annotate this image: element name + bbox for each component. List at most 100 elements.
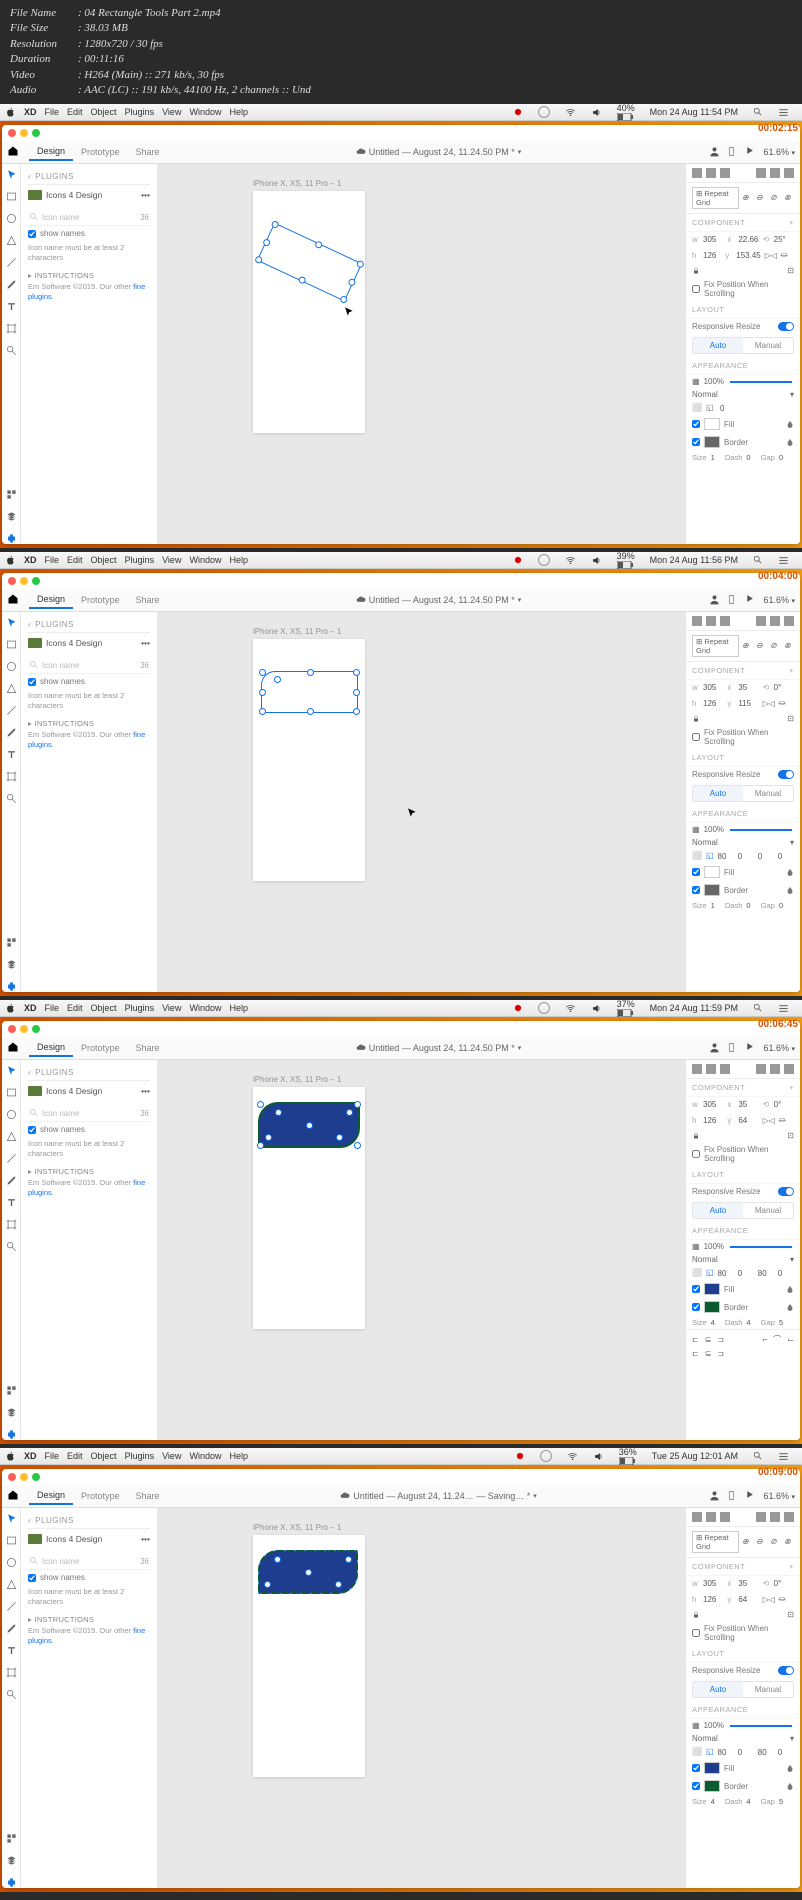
- ellipse-tool[interactable]: [5, 660, 17, 672]
- show-names-checkbox[interactable]: show names: [28, 1122, 150, 1137]
- menu-window[interactable]: Window: [189, 1003, 221, 1013]
- lock-icon[interactable]: [692, 267, 700, 275]
- align-bottom-icon[interactable]: [784, 1064, 794, 1074]
- blend-mode[interactable]: Normal▾: [686, 1732, 800, 1745]
- line-tool[interactable]: [5, 1600, 17, 1612]
- fix-position-checkbox[interactable]: Fix Position When Scrolling: [686, 1142, 800, 1166]
- rectangle-tool[interactable]: [5, 190, 17, 202]
- zoom-tool[interactable]: [5, 1240, 17, 1252]
- align-top-icon[interactable]: [756, 168, 766, 178]
- window-controls[interactable]: [2, 573, 46, 589]
- menu-plugins[interactable]: Plugins: [125, 1003, 155, 1013]
- line-tool[interactable]: [5, 704, 17, 716]
- y-value[interactable]: 153.45: [736, 251, 760, 260]
- menu-window[interactable]: Window: [189, 107, 221, 117]
- align-left-icon[interactable]: [692, 168, 702, 178]
- align-top-icon[interactable]: [756, 1064, 766, 1074]
- tab-share[interactable]: Share: [128, 144, 168, 160]
- blend-mode[interactable]: Normal▾: [686, 1253, 800, 1266]
- opacity-row[interactable]: ▦100%: [686, 823, 800, 836]
- artboard-label[interactable]: iPhone X, XS, 11 Pro – 1: [253, 1075, 365, 1084]
- assets-icon[interactable]: [5, 936, 17, 948]
- search-icon[interactable]: [753, 1003, 763, 1013]
- rectangle-tool[interactable]: [5, 638, 17, 650]
- show-names-checkbox[interactable]: show names: [28, 226, 150, 241]
- responsive-resize[interactable]: Responsive Resize: [686, 319, 800, 334]
- menu-icon[interactable]: [778, 107, 789, 118]
- assets-icon[interactable]: [5, 1384, 17, 1396]
- text-tool[interactable]: [5, 1196, 17, 1208]
- tab-design[interactable]: Design: [29, 1039, 73, 1057]
- menu-edit[interactable]: Edit: [67, 555, 83, 565]
- zoom-value[interactable]: 61.6% ▾: [763, 1491, 795, 1501]
- ellipse-tool[interactable]: [5, 212, 17, 224]
- canvas[interactable]: iPhone X, XS, 11 Pro – 1: [158, 1508, 685, 1888]
- tab-prototype[interactable]: Prototype: [73, 592, 128, 608]
- line-tool[interactable]: [5, 1152, 17, 1164]
- icon-search[interactable]: Icon name36: [28, 1105, 150, 1122]
- zoom-tool[interactable]: [5, 1688, 17, 1700]
- lock-icon[interactable]: [692, 1132, 700, 1140]
- app-name[interactable]: XD: [24, 555, 37, 565]
- icon-search[interactable]: Icon name36: [28, 657, 150, 674]
- select-tool[interactable]: [5, 616, 17, 628]
- canvas[interactable]: iPhone X, XS, 11 Pro – 1: [158, 1060, 685, 1440]
- line-tool[interactable]: [5, 256, 17, 268]
- fix-position-checkbox[interactable]: Fix Position When Scrolling: [686, 1621, 800, 1645]
- home-icon[interactable]: [7, 593, 21, 607]
- menu-edit[interactable]: Edit: [67, 107, 83, 117]
- artboard-tool[interactable]: [5, 1666, 17, 1678]
- menu-icon[interactable]: [778, 1451, 789, 1462]
- menu-plugins[interactable]: Plugins: [125, 555, 155, 565]
- plugin-item[interactable]: Icons 4 Design•••: [28, 1081, 150, 1101]
- menu-icon[interactable]: [778, 555, 789, 566]
- align-top-icon[interactable]: [756, 616, 766, 626]
- flip-v-icon[interactable]: ⏛: [780, 250, 788, 261]
- flip-h-icon[interactable]: ▷◁: [763, 1116, 775, 1125]
- flip-h-icon[interactable]: ▷◁: [763, 1595, 775, 1604]
- align-right-icon[interactable]: [720, 1512, 730, 1522]
- y-value[interactable]: 64: [738, 1116, 747, 1125]
- align-center-icon[interactable]: [706, 168, 716, 178]
- menu-help[interactable]: Help: [229, 555, 248, 565]
- zoom-value[interactable]: 61.6% ▾: [763, 147, 795, 157]
- fix-position-checkbox[interactable]: Fix Position When Scrolling: [686, 725, 800, 749]
- select-tool[interactable]: [5, 168, 17, 180]
- align-middle-icon[interactable]: [770, 168, 780, 178]
- pen-tool[interactable]: [5, 726, 17, 738]
- flip-v-icon[interactable]: ⏛: [778, 698, 786, 709]
- polygon-tool[interactable]: [5, 234, 17, 246]
- blend-mode[interactable]: Normal▾: [686, 836, 800, 849]
- menu-object[interactable]: Object: [91, 1451, 117, 1461]
- width-value[interactable]: 305: [703, 1100, 716, 1109]
- layers-icon[interactable]: [5, 510, 17, 522]
- icon-search[interactable]: Icon name36: [28, 209, 150, 226]
- tab-prototype[interactable]: Prototype: [73, 1040, 128, 1056]
- flip-h-icon[interactable]: ▷◁: [765, 251, 777, 260]
- rotation-value[interactable]: 0°: [774, 683, 782, 692]
- menu-plugins[interactable]: Plugins: [125, 1451, 155, 1461]
- align-center-icon[interactable]: [706, 1064, 716, 1074]
- rotation-value[interactable]: 0°: [774, 1100, 782, 1109]
- align-top-icon[interactable]: [756, 1512, 766, 1522]
- resize-mode[interactable]: AutoManual: [692, 1681, 794, 1698]
- plugins-icon[interactable]: [5, 532, 17, 544]
- layers-icon[interactable]: [5, 1406, 17, 1418]
- menu-edit[interactable]: Edit: [67, 1451, 83, 1461]
- window-controls[interactable]: [2, 1021, 46, 1037]
- user-icon[interactable]: [709, 1490, 721, 1502]
- lock-icon[interactable]: [692, 1611, 700, 1619]
- responsive-resize[interactable]: Responsive Resize: [686, 1184, 800, 1199]
- blend-mode[interactable]: Normal▾: [686, 388, 800, 401]
- menu-edit[interactable]: Edit: [67, 1003, 83, 1013]
- user-icon[interactable]: [709, 1042, 721, 1054]
- polygon-tool[interactable]: [5, 1130, 17, 1142]
- menu-view[interactable]: View: [162, 107, 181, 117]
- play-icon[interactable]: [745, 594, 757, 606]
- phone-icon[interactable]: [727, 1490, 739, 1502]
- menu-help[interactable]: Help: [229, 1003, 248, 1013]
- text-tool[interactable]: [5, 748, 17, 760]
- align-middle-icon[interactable]: [770, 1512, 780, 1522]
- width-value[interactable]: 305: [703, 235, 716, 244]
- fill-row[interactable]: Fill: [686, 1280, 800, 1298]
